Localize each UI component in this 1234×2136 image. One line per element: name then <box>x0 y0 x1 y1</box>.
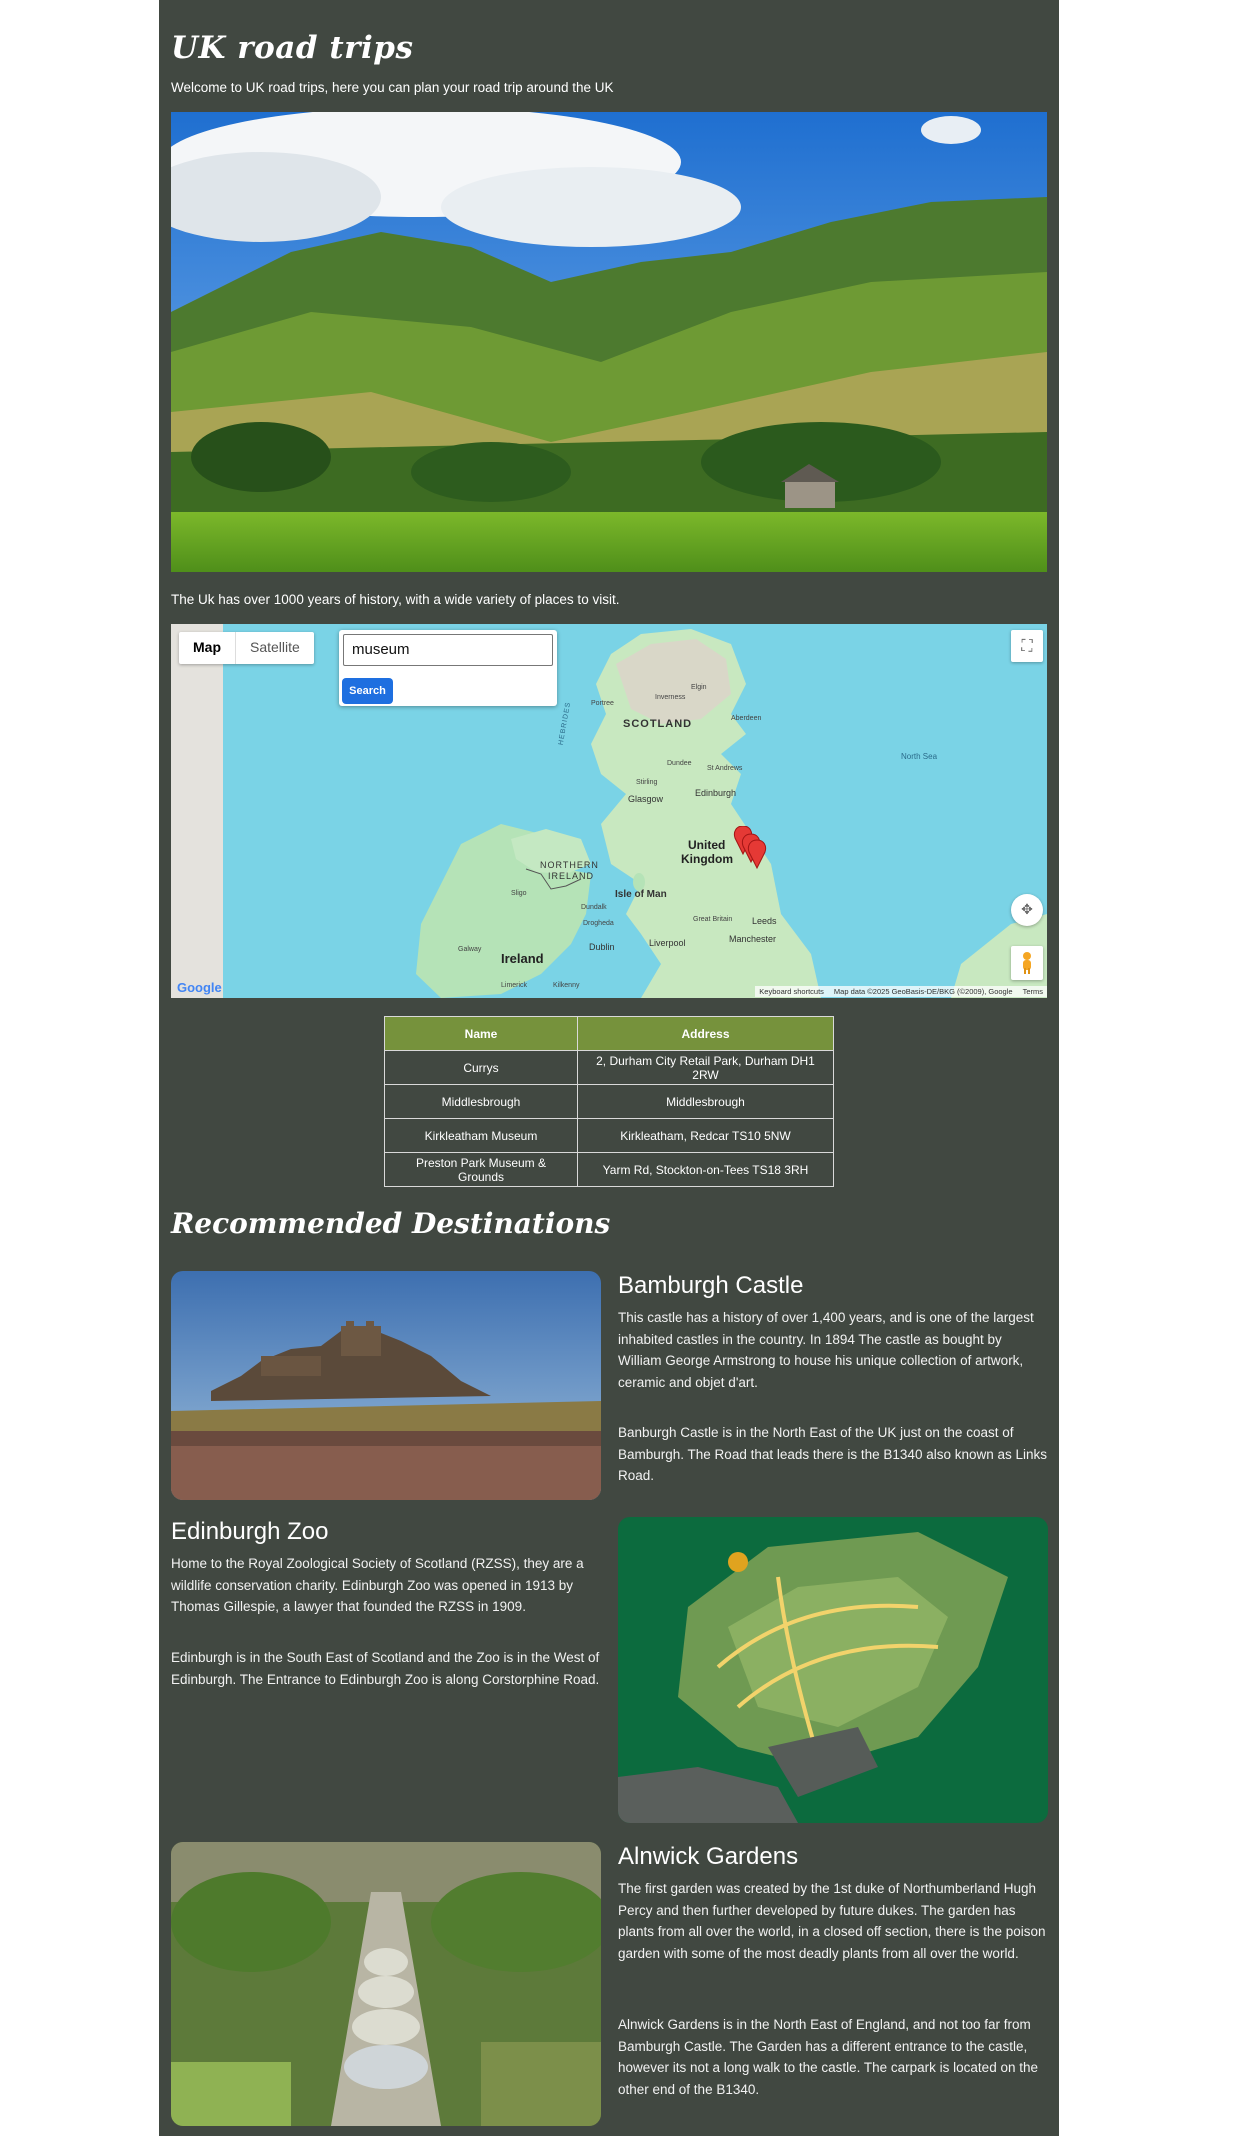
map-type-satellite-button[interactable]: Satellite <box>235 632 314 664</box>
intro-text: Welcome to UK road trips, here you can p… <box>171 80 614 95</box>
map-label-kingdom: Kingdom <box>681 852 733 866</box>
table-header-row: Name Address <box>384 1016 834 1051</box>
results-table: Name Address Currys 2, Durham City Retai… <box>384 1016 834 1187</box>
map-label-sligo: Sligo <box>511 890 527 897</box>
map-label-inverness: Inverness <box>655 694 686 701</box>
map-type-control: Map Satellite <box>179 632 314 664</box>
map-label-isle-of-man: Isle of Man <box>615 889 667 900</box>
map-label-northern: NORTHERN <box>540 860 599 870</box>
map-label-ireland-ni: IRELAND <box>548 871 595 881</box>
map-label-kilkenny: Kilkenny <box>553 982 580 989</box>
map-label-portree: Portree <box>591 700 614 707</box>
map-label-galway: Galway <box>458 946 482 953</box>
map-type-map-button[interactable]: Map <box>179 632 235 664</box>
map-label-leeds: Leeds <box>752 916 777 926</box>
dest-text-edinburgh-zoo-2: Edinburgh is in the South East of Scotla… <box>171 1650 600 1687</box>
dest-text-bamburgh-2: Banburgh Castle is in the North East of … <box>618 1425 1048 1483</box>
fullscreen-button[interactable]: ⛶ <box>1011 630 1043 662</box>
map-search-button[interactable]: Search <box>342 678 393 704</box>
map-label-liverpool: Liverpool <box>649 938 686 948</box>
map-label-stirling: Stirling <box>636 779 658 786</box>
dest-name-bamburgh: Bamburgh Castle <box>618 1272 804 1299</box>
table-cell-address: Middlesbrough <box>577 1084 834 1119</box>
map-label-glasgow: Glasgow <box>628 794 664 804</box>
table-header-name: Name <box>384 1016 578 1051</box>
fullscreen-icon: ⛶ <box>1021 636 1033 655</box>
move-arrows-icon: ✥ <box>1021 902 1033 918</box>
map-markers[interactable] <box>731 826 781 876</box>
table-row: Kirkleatham Museum Kirkleatham, Redcar T… <box>384 1118 834 1153</box>
map-label-dundee: Dundee <box>667 760 692 767</box>
map-label-manchester: Manchester <box>729 934 777 944</box>
map-label-dundalk: Dundalk <box>581 904 607 911</box>
map-label-drogheda: Drogheda <box>583 920 614 927</box>
alnwick-gardens-image <box>171 1842 601 2126</box>
map-label-united: United <box>688 838 726 852</box>
map-label-elgin: Elgin <box>691 684 707 691</box>
map-label-scotland: SCOTLAND <box>623 718 693 730</box>
map-label-edinburgh: Edinburgh <box>695 788 737 798</box>
map-label-great-britain: Great Britain <box>693 916 733 923</box>
bamburgh-castle-image <box>171 1271 601 1500</box>
history-text: The Uk has over 1000 years of history, w… <box>171 592 620 607</box>
map-attribution: Keyboard shortcuts Map data ©2025 GeoBas… <box>755 986 1047 997</box>
dest-text-alnwick-2: Alnwick Gardens is in the North East of … <box>618 2017 1038 2097</box>
map-label-dublin: Dublin <box>589 942 615 952</box>
table-cell-name: Middlesbrough <box>384 1084 578 1119</box>
google-logo[interactable]: Google <box>177 980 222 995</box>
map-marker-icon <box>747 839 767 870</box>
map-label-north-sea: North Sea <box>901 752 938 761</box>
table-cell-address: Yarm Rd, Stockton-on-Tees TS18 3RH <box>577 1152 834 1187</box>
table-cell-address: 2, Durham City Retail Park, Durham DH1 2… <box>577 1050 834 1085</box>
camera-control-button[interactable]: ✥ <box>1011 894 1043 926</box>
terms-link[interactable]: Terms <box>1023 987 1043 996</box>
dest-name-edinburgh-zoo: Edinburgh Zoo <box>171 1518 329 1545</box>
table-cell-name: Currys <box>384 1050 578 1085</box>
dest-name-alnwick: Alnwick Gardens <box>618 1843 799 1870</box>
table-row: Currys 2, Durham City Retail Park, Durha… <box>384 1050 834 1085</box>
table-header-address: Address <box>577 1016 834 1051</box>
dest-text-bamburgh-1: This castle has a history of over 1,400 … <box>618 1310 1034 1390</box>
map-label-aberdeen: Aberdeen <box>731 715 762 722</box>
map-label-st-andrews: St Andrews <box>707 765 743 772</box>
site-title: UK road trips <box>171 30 414 66</box>
street-view-pegman[interactable] <box>1011 946 1043 980</box>
dest-text-edinburgh-zoo-1: Home to the Royal Zoological Society of … <box>171 1556 584 1614</box>
table-cell-name: Kirkleatham Museum <box>384 1118 578 1153</box>
map-label-limerick: Limerick <box>501 982 528 989</box>
keyboard-shortcuts-link[interactable]: Keyboard shortcuts <box>759 987 824 996</box>
map-label-ireland: Ireland <box>501 951 544 966</box>
dest-text-alnwick-1: The first garden was created by the 1st … <box>618 1881 1046 1961</box>
table-cell-address: Kirkleatham, Redcar TS10 5NW <box>577 1118 834 1153</box>
map-data-text: Map data ©2025 GeoBasis-DE/BKG (©2009), … <box>833 987 1013 996</box>
recommended-title: Recommended Destinations <box>171 1207 611 1240</box>
google-map[interactable]: SCOTLAND United Kingdom NORTHERN IRELAND… <box>171 624 1047 998</box>
table-row: Middlesbrough Middlesbrough <box>384 1084 834 1119</box>
edinburgh-zoo-map-image <box>618 1517 1048 1823</box>
table-row: Preston Park Museum & Grounds Yarm Rd, S… <box>384 1152 834 1187</box>
page-container: UK road trips Welcome to UK road trips, … <box>159 0 1059 2136</box>
map-search-input[interactable]: museum <box>343 634 553 666</box>
google-logo-text: Google <box>177 980 222 995</box>
hero-landscape-image <box>171 112 1047 572</box>
pegman-icon <box>1023 952 1031 974</box>
table-cell-name: Preston Park Museum & Grounds <box>384 1152 578 1187</box>
map-search-panel: museum Search <box>339 630 557 706</box>
